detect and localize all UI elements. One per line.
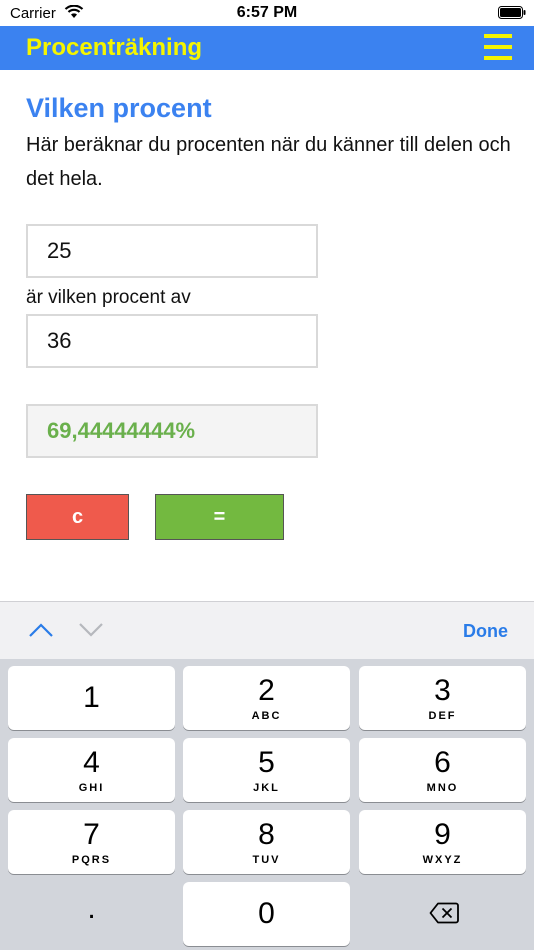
key-letters: TUV (252, 854, 281, 866)
key-number: . (87, 892, 96, 925)
menu-icon[interactable] (484, 34, 512, 62)
key-1[interactable]: 1 (8, 666, 175, 730)
key-letters: WXYZ (422, 854, 463, 866)
chevron-down-icon[interactable] (78, 622, 104, 638)
key-5[interactable]: 5 JKL (183, 738, 350, 802)
key-7[interactable]: 7 PQRS (8, 810, 175, 874)
key-number: 5 (258, 746, 275, 779)
battery-icon (498, 6, 526, 19)
whole-input[interactable]: 36 (26, 314, 318, 368)
key-number: 2 (258, 674, 275, 707)
status-time: 6:57 PM (236, 4, 298, 21)
key-3[interactable]: 3 DEF (359, 666, 526, 730)
key-letters: JKL (253, 782, 280, 794)
keyboard-accessory-bar: Done (0, 601, 534, 659)
between-label: är vilken procent av (26, 287, 191, 308)
key-number: 6 (434, 746, 451, 779)
key-letters: DEF (428, 710, 457, 722)
key-number: 7 (83, 818, 100, 851)
status-bar: Carrier 6:57 PM (0, 0, 534, 26)
delete-icon (429, 902, 459, 924)
key-4[interactable]: 4 GHI (8, 738, 175, 802)
page-heading: Vilken procent (26, 93, 212, 123)
key-6[interactable]: 6 MNO (359, 738, 526, 802)
key-letters: MNO (426, 782, 459, 794)
result-field: 69,44444444% (26, 404, 318, 458)
key-number: 8 (258, 818, 275, 851)
part-input[interactable]: 25 (26, 224, 318, 278)
key-decimal[interactable]: . (8, 882, 175, 946)
app-title: Procenträkning (26, 34, 203, 61)
key-8[interactable]: 8 TUV (183, 810, 350, 874)
key-letters: ABC (251, 710, 282, 722)
key-letters: GHI (78, 782, 105, 794)
key-number: 9 (434, 818, 451, 851)
done-button[interactable]: Done (463, 621, 508, 642)
delete-key[interactable] (359, 882, 526, 946)
clear-button[interactable]: c (26, 494, 129, 540)
key-9[interactable]: 9 WXYZ (359, 810, 526, 874)
number-keypad: 1 2 ABC 3 DEF 4 GHI 5 JKL 6 MNO 7 PQRS 8… (0, 659, 534, 950)
key-letters: PQRS (71, 854, 112, 866)
key-number: 1 (83, 681, 100, 714)
key-0[interactable]: 0 (183, 882, 350, 946)
key-2[interactable]: 2 ABC (183, 666, 350, 730)
page-description: Här beräknar du procenten när du känner … (26, 134, 511, 190)
key-number: 0 (258, 897, 275, 930)
equals-button[interactable]: = (155, 494, 284, 540)
key-number: 4 (83, 746, 100, 779)
key-number: 3 (434, 674, 451, 707)
app-bar: Procenträkning (0, 26, 534, 70)
chevron-up-icon[interactable] (28, 622, 54, 638)
